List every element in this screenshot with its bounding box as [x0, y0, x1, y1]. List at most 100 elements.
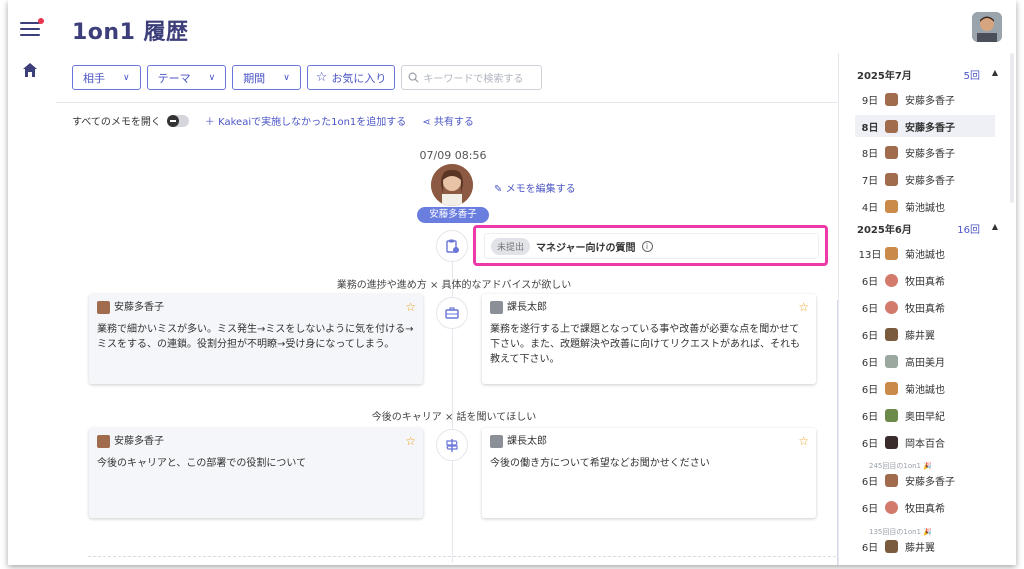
- share-link[interactable]: ⋖ 共有する: [422, 113, 474, 128]
- share-icon: ⋖: [422, 117, 431, 128]
- notification-dot: [38, 18, 44, 24]
- partner-filter[interactable]: 相手 ∨: [72, 65, 141, 90]
- month-count: 5回: [963, 71, 980, 82]
- info-icon[interactable]: i: [641, 240, 653, 252]
- history-row[interactable]: 6日 藤井翼: [855, 535, 995, 557]
- edit-memo-link[interactable]: ✎ メモを編集する: [494, 180, 576, 195]
- history-day: 6日: [861, 503, 879, 515]
- avatar: [885, 408, 898, 422]
- star-outline-icon[interactable]: ☆: [798, 434, 809, 449]
- avatar: [885, 300, 898, 314]
- avatar: [885, 92, 898, 106]
- history-row[interactable]: 13日 菊池誠也: [855, 242, 995, 264]
- search-input[interactable]: キーワードで検索する: [401, 65, 543, 90]
- edit-memo-label: メモを編集する: [505, 184, 576, 195]
- avatar: [885, 354, 898, 368]
- career-icon: [436, 429, 468, 461]
- avatar: [885, 435, 898, 449]
- question-title: マネジャー向けの質問: [536, 242, 636, 254]
- add-outside-label: Kakeaiで実施しなかった1on1を追加する: [218, 117, 407, 128]
- history-name: 高田美月: [905, 357, 945, 369]
- history-row[interactable]: 6日 岡本百合: [855, 431, 995, 453]
- history-row[interactable]: 9日 安藤多香子: [855, 88, 995, 110]
- month-header: 2025年6月: [857, 225, 912, 236]
- manager-memo-card: 課長太郎 業務を遂行する上で課題となっている事や改善が必要な点を聞かせて下さい。…: [482, 294, 816, 384]
- history-name: 藤井翼: [905, 542, 935, 554]
- history-row[interactable]: 6日 安藤多香子: [855, 469, 995, 491]
- status-badge: 未提出: [491, 237, 531, 255]
- avatar: [97, 435, 110, 448]
- caret-up-icon[interactable]: ▲: [992, 222, 998, 231]
- add-outside-1on1-link[interactable]: ＋ Kakeaiで実施しなかった1on1を追加する: [205, 113, 406, 128]
- partner-filter-label: 相手: [83, 71, 105, 85]
- left-rail: [8, 0, 56, 565]
- memo-text: 今後のキャリアと、この部署での役割について: [97, 458, 307, 469]
- history-day: 6日: [861, 357, 879, 369]
- history-row[interactable]: 6日 牧田真希: [855, 496, 995, 518]
- avatar: [885, 172, 898, 186]
- avatar: [885, 381, 898, 395]
- chevron-down-icon: ∨: [283, 72, 290, 83]
- memo-text: 業務を遂行する上で課題となっている事や改善が必要な点を聞かせて下さい。また、改題…: [490, 324, 800, 365]
- search-icon: [408, 72, 419, 83]
- history-day: 7日: [861, 175, 879, 187]
- app-window: 1on1 履歴 相手 ∨ テーマ ∨ 期間 ∨ ☆ お気に入り キーワードで検索…: [8, 0, 1016, 565]
- share-label: 共有する: [433, 117, 474, 128]
- avatar: [885, 273, 898, 287]
- history-row[interactable]: 6日 高田美月: [855, 350, 995, 372]
- briefcase-icon: [436, 297, 468, 329]
- history-row[interactable]: 6日 菊池誠也: [855, 377, 995, 399]
- favorites-filter-label: お気に入り: [331, 71, 387, 85]
- star-outline-icon[interactable]: ☆: [405, 434, 416, 449]
- history-day: 8日: [861, 122, 879, 134]
- user-avatar[interactable]: [972, 12, 1002, 42]
- member-avatar: [431, 164, 473, 206]
- favorites-filter[interactable]: ☆ お気に入り: [306, 65, 396, 90]
- manager-question-item[interactable]: 未提出 マネジャー向けの質問 i: [484, 233, 819, 259]
- history-name: 奥田早紀: [905, 411, 945, 423]
- memo-author: 課長太郎: [507, 436, 547, 447]
- history-row[interactable]: 7日 安藤多香子: [855, 168, 995, 190]
- period-filter-label: 期間: [243, 71, 266, 85]
- topic-heading: 業務の進捗や進め方 × 具体的なアドバイスが欲しい: [336, 280, 572, 291]
- star-outline-icon[interactable]: ☆: [405, 300, 416, 315]
- chevron-down-icon: ∨: [123, 72, 130, 83]
- history-row[interactable]: 4日 菊池誠也: [855, 195, 995, 217]
- theme-filter[interactable]: テーマ ∨: [146, 65, 227, 90]
- menu-icon[interactable]: [20, 18, 44, 38]
- search-placeholder: キーワードで検索する: [423, 74, 524, 85]
- avatar: [885, 119, 898, 133]
- history-name: 菊池誠也: [905, 384, 945, 396]
- star-outline-icon: ☆: [315, 70, 328, 85]
- session-datetime: 07/09 08:56: [419, 149, 487, 162]
- history-name: 安藤多香子: [905, 95, 955, 107]
- history-row[interactable]: 6日 奥田早紀: [855, 404, 995, 426]
- memo-author: 安藤多香子: [114, 436, 164, 447]
- avatar: [885, 473, 898, 487]
- period-filter[interactable]: 期間 ∨: [232, 65, 301, 90]
- divider: [88, 556, 836, 557]
- home-icon[interactable]: [22, 62, 38, 78]
- avatar: [490, 435, 503, 448]
- history-name: 安藤多香子: [905, 122, 955, 134]
- caret-up-icon[interactable]: ▲: [992, 68, 998, 77]
- history-row-selected[interactable]: 8日 安藤多香子: [855, 115, 995, 137]
- open-all-memos-toggle[interactable]: [166, 114, 189, 127]
- member-memo-card: 安藤多香子 今後のキャリアと、この部署での役割について ☆: [89, 428, 423, 518]
- history-row[interactable]: 6日 牧田真希: [855, 296, 995, 318]
- history-row[interactable]: 6日 牧田真希: [855, 269, 995, 291]
- avatar: [885, 199, 898, 213]
- avatar: [885, 327, 898, 341]
- history-row[interactable]: 6日 藤井翼: [855, 323, 995, 345]
- history-day: 9日: [861, 95, 879, 107]
- avatar: [885, 246, 898, 260]
- history-day: 6日: [861, 330, 879, 342]
- manager-question-highlight[interactable]: 未提出 マネジャー向けの質問 i: [473, 225, 828, 266]
- history-scrollbar[interactable]: [1010, 53, 1014, 203]
- history-panel: 2025年7月 5回 ▲ 9日 安藤多香子 8日 安藤多香子 8日 安藤多香子 7日安…: [838, 53, 1016, 565]
- member-memo-card: 安藤多香子 業務で細かいミスが多い。ミス発生→ミスをしないように気を付ける→ミス…: [89, 294, 423, 384]
- month-count: 16回: [957, 225, 980, 236]
- star-outline-icon[interactable]: ☆: [798, 300, 809, 315]
- divider: [56, 102, 838, 103]
- history-row[interactable]: 8日 安藤多香子: [855, 141, 995, 163]
